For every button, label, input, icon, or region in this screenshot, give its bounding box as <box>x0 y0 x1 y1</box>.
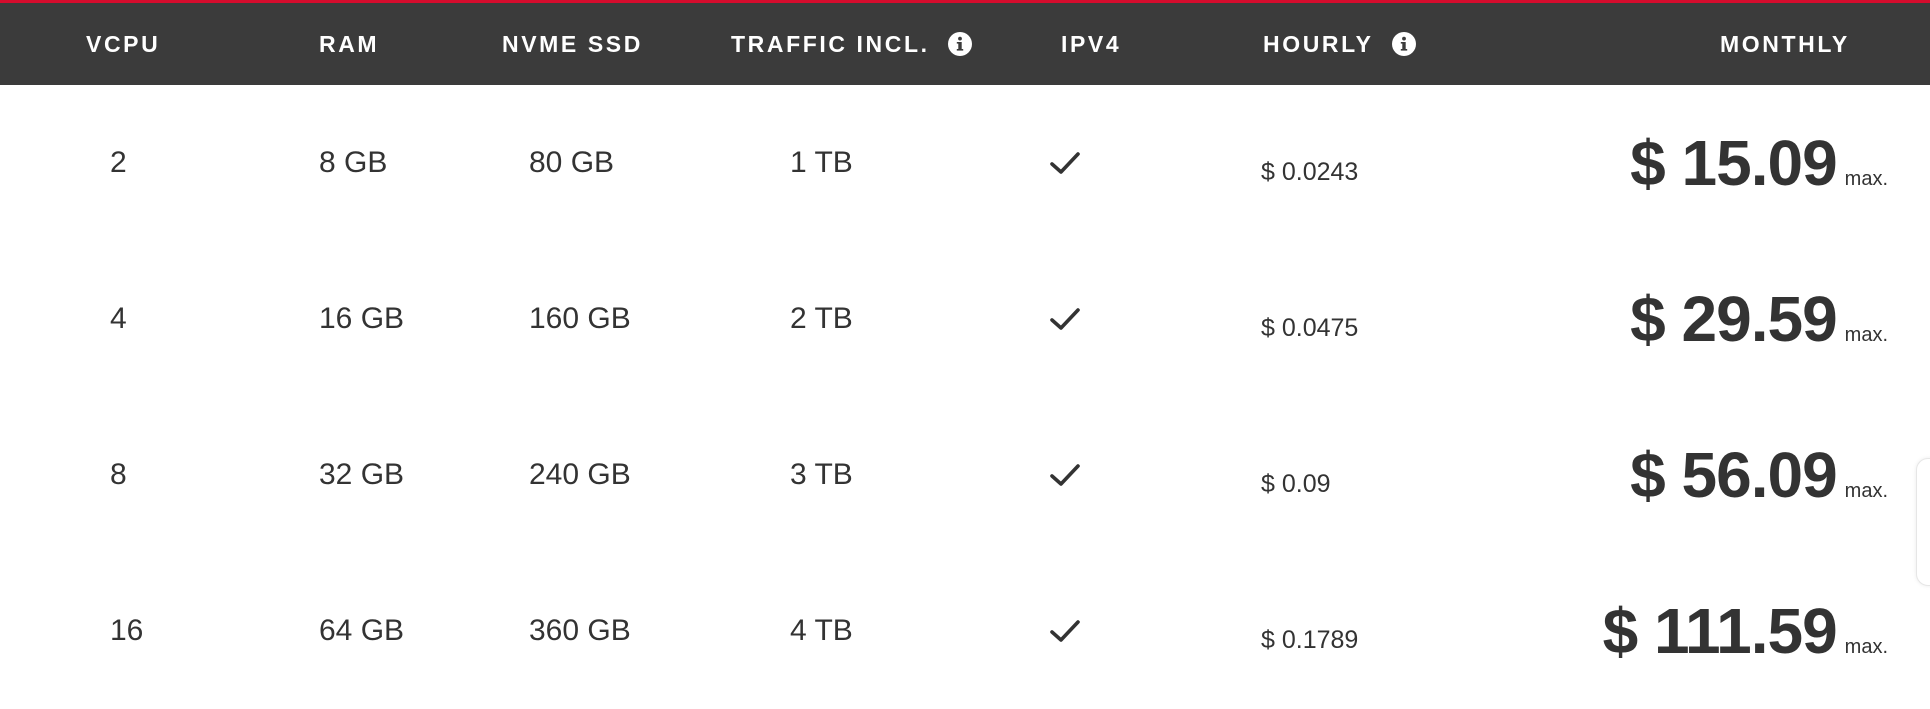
header-ipv4-label: IPV4 <box>1061 30 1122 57</box>
monthly-price: $ 15.09 <box>1630 127 1838 199</box>
header-monthly-label: MONTHLY <box>1720 30 1850 57</box>
cell-traffic: 3 TB <box>790 458 853 491</box>
header-ipv4: IPV4 <box>1061 3 1121 85</box>
cell-ram: 8 GB <box>319 146 388 179</box>
cell-ipv4 <box>1049 85 1081 241</box>
cell-ipv4 <box>1049 553 1081 709</box>
check-icon <box>1050 152 1080 174</box>
header-hourly: HOURLY <box>1263 3 1416 85</box>
cell-ram: 16 GB <box>319 302 405 335</box>
monthly-price: $ 29.59 <box>1630 283 1838 355</box>
check-icon <box>1050 308 1080 330</box>
header-vcpu-label: VCPU <box>86 30 161 57</box>
max-label: max. <box>1844 167 1888 190</box>
cell-ssd: 360 GB <box>529 614 631 647</box>
cell-traffic: 2 TB <box>790 302 853 335</box>
cell-hourly: $ 0.09 <box>1261 469 1331 498</box>
cell-monthly: $ 111.59 max. <box>1603 553 1888 709</box>
cell-hourly: $ 0.0243 <box>1261 157 1359 186</box>
cell-monthly: $ 15.09 max. <box>1630 85 1888 241</box>
check-icon <box>1050 464 1080 486</box>
cell-monthly: $ 56.09 max. <box>1630 397 1888 553</box>
max-label: max. <box>1844 635 1888 658</box>
cell-ram: 32 GB <box>319 458 405 491</box>
table-row[interactable]: 16 64 GB 360 GB 4 TB $ 0.1789 $ 111.59 m… <box>0 553 1930 709</box>
cell-traffic: 1 TB <box>790 146 853 179</box>
cell-vcpu: 8 <box>110 458 127 491</box>
cell-ssd: 160 GB <box>529 302 631 335</box>
cell-ipv4 <box>1049 397 1081 553</box>
header-nvme-ssd-label: NVME SSD <box>502 30 643 57</box>
cell-ssd: 80 GB <box>529 146 615 179</box>
cell-vcpu: 16 <box>110 614 144 647</box>
info-icon[interactable] <box>947 32 972 56</box>
cell-monthly: $ 29.59 max. <box>1630 241 1888 397</box>
header-monthly: MONTHLY <box>1720 3 1850 85</box>
cell-hourly: $ 0.0475 <box>1261 313 1359 342</box>
header-ram-label: RAM <box>319 30 380 57</box>
cell-vcpu: 4 <box>110 302 127 335</box>
header-hourly-label: HOURLY <box>1263 30 1374 57</box>
header-traffic-label: TRAFFIC INCL. <box>731 30 930 57</box>
monthly-price: $ 111.59 <box>1602 595 1838 667</box>
cell-hourly: $ 0.1789 <box>1261 625 1359 654</box>
table-row[interactable]: 8 32 GB 240 GB 3 TB $ 0.09 $ 56.09 max. <box>0 397 1930 553</box>
monthly-price: $ 56.09 <box>1630 439 1838 511</box>
cell-ipv4 <box>1049 241 1081 397</box>
side-feedback-tab[interactable] <box>1916 458 1930 586</box>
cell-vcpu: 2 <box>110 146 127 179</box>
table-row[interactable]: 2 8 GB 80 GB 1 TB $ 0.0243 $ 15.09 max. <box>0 85 1930 241</box>
cell-ram: 64 GB <box>319 614 405 647</box>
cell-ssd: 240 GB <box>529 458 631 491</box>
header-ram: RAM <box>319 3 379 85</box>
max-label: max. <box>1844 479 1888 502</box>
cell-traffic: 4 TB <box>790 614 853 647</box>
header-nvme-ssd: NVME SSD <box>502 3 643 85</box>
check-icon <box>1050 620 1080 642</box>
table-row[interactable]: 4 16 GB 160 GB 2 TB $ 0.0475 $ 29.59 max… <box>0 241 1930 397</box>
table-header: VCPU RAM NVME SSD TRAFFIC INCL. IPV4 HOU… <box>0 3 1930 85</box>
header-vcpu: VCPU <box>86 3 160 85</box>
info-icon[interactable] <box>1391 32 1416 56</box>
header-traffic: TRAFFIC INCL. <box>731 3 972 85</box>
max-label: max. <box>1844 323 1888 346</box>
